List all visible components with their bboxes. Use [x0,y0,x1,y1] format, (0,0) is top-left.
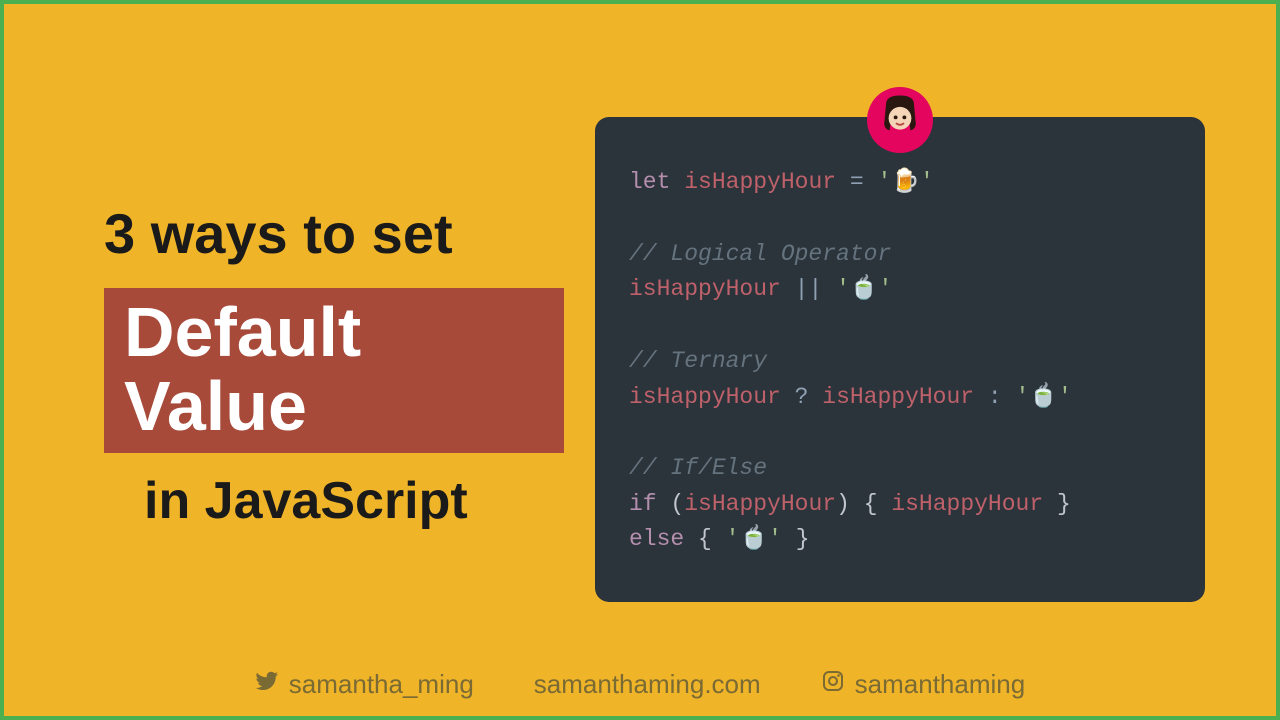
instagram-handle: samanthaming [821,669,1026,700]
code-block: let isHappyHour = '🍺' // Logical Operato… [595,117,1205,602]
code-line-declaration: let isHappyHour = '🍺' [629,165,1171,201]
title-line-2: in JavaScript [104,473,564,530]
code-line-ternary: isHappyHour ? isHappyHour : '🍵' [629,380,1171,416]
website-text: samanthaming.com [534,669,761,700]
title-block: 3 ways to set Default Value in JavaScrip… [44,163,564,531]
twitter-handle: samantha_ming [255,669,474,700]
footer-handles: samantha_ming samanthaming.com samantham… [4,669,1276,716]
instagram-handle-text: samanthaming [855,669,1026,700]
author-avatar-icon [867,87,933,153]
instagram-icon [821,669,845,700]
title-highlight: Default Value [104,288,564,453]
comment-ternary: // Ternary [629,344,1171,380]
code-line-logical: isHappyHour || '🍵' [629,272,1171,308]
website-link: samanthaming.com [534,669,761,700]
twitter-icon [255,669,279,700]
code-line-if: if (isHappyHour) { isHappyHour } [629,487,1171,523]
title-line-1: 3 ways to set [104,203,564,265]
slide-card: 3 ways to set Default Value in JavaScrip… [4,4,1276,716]
code-wrap: let isHappyHour = '🍺' // Logical Operato… [564,91,1236,602]
comment-ifelse: // If/Else [629,451,1171,487]
comment-logical: // Logical Operator [629,237,1171,273]
code-line-else: else { '🍵' } [629,522,1171,558]
main-row: 3 ways to set Default Value in JavaScrip… [4,4,1276,669]
twitter-handle-text: samantha_ming [289,669,474,700]
